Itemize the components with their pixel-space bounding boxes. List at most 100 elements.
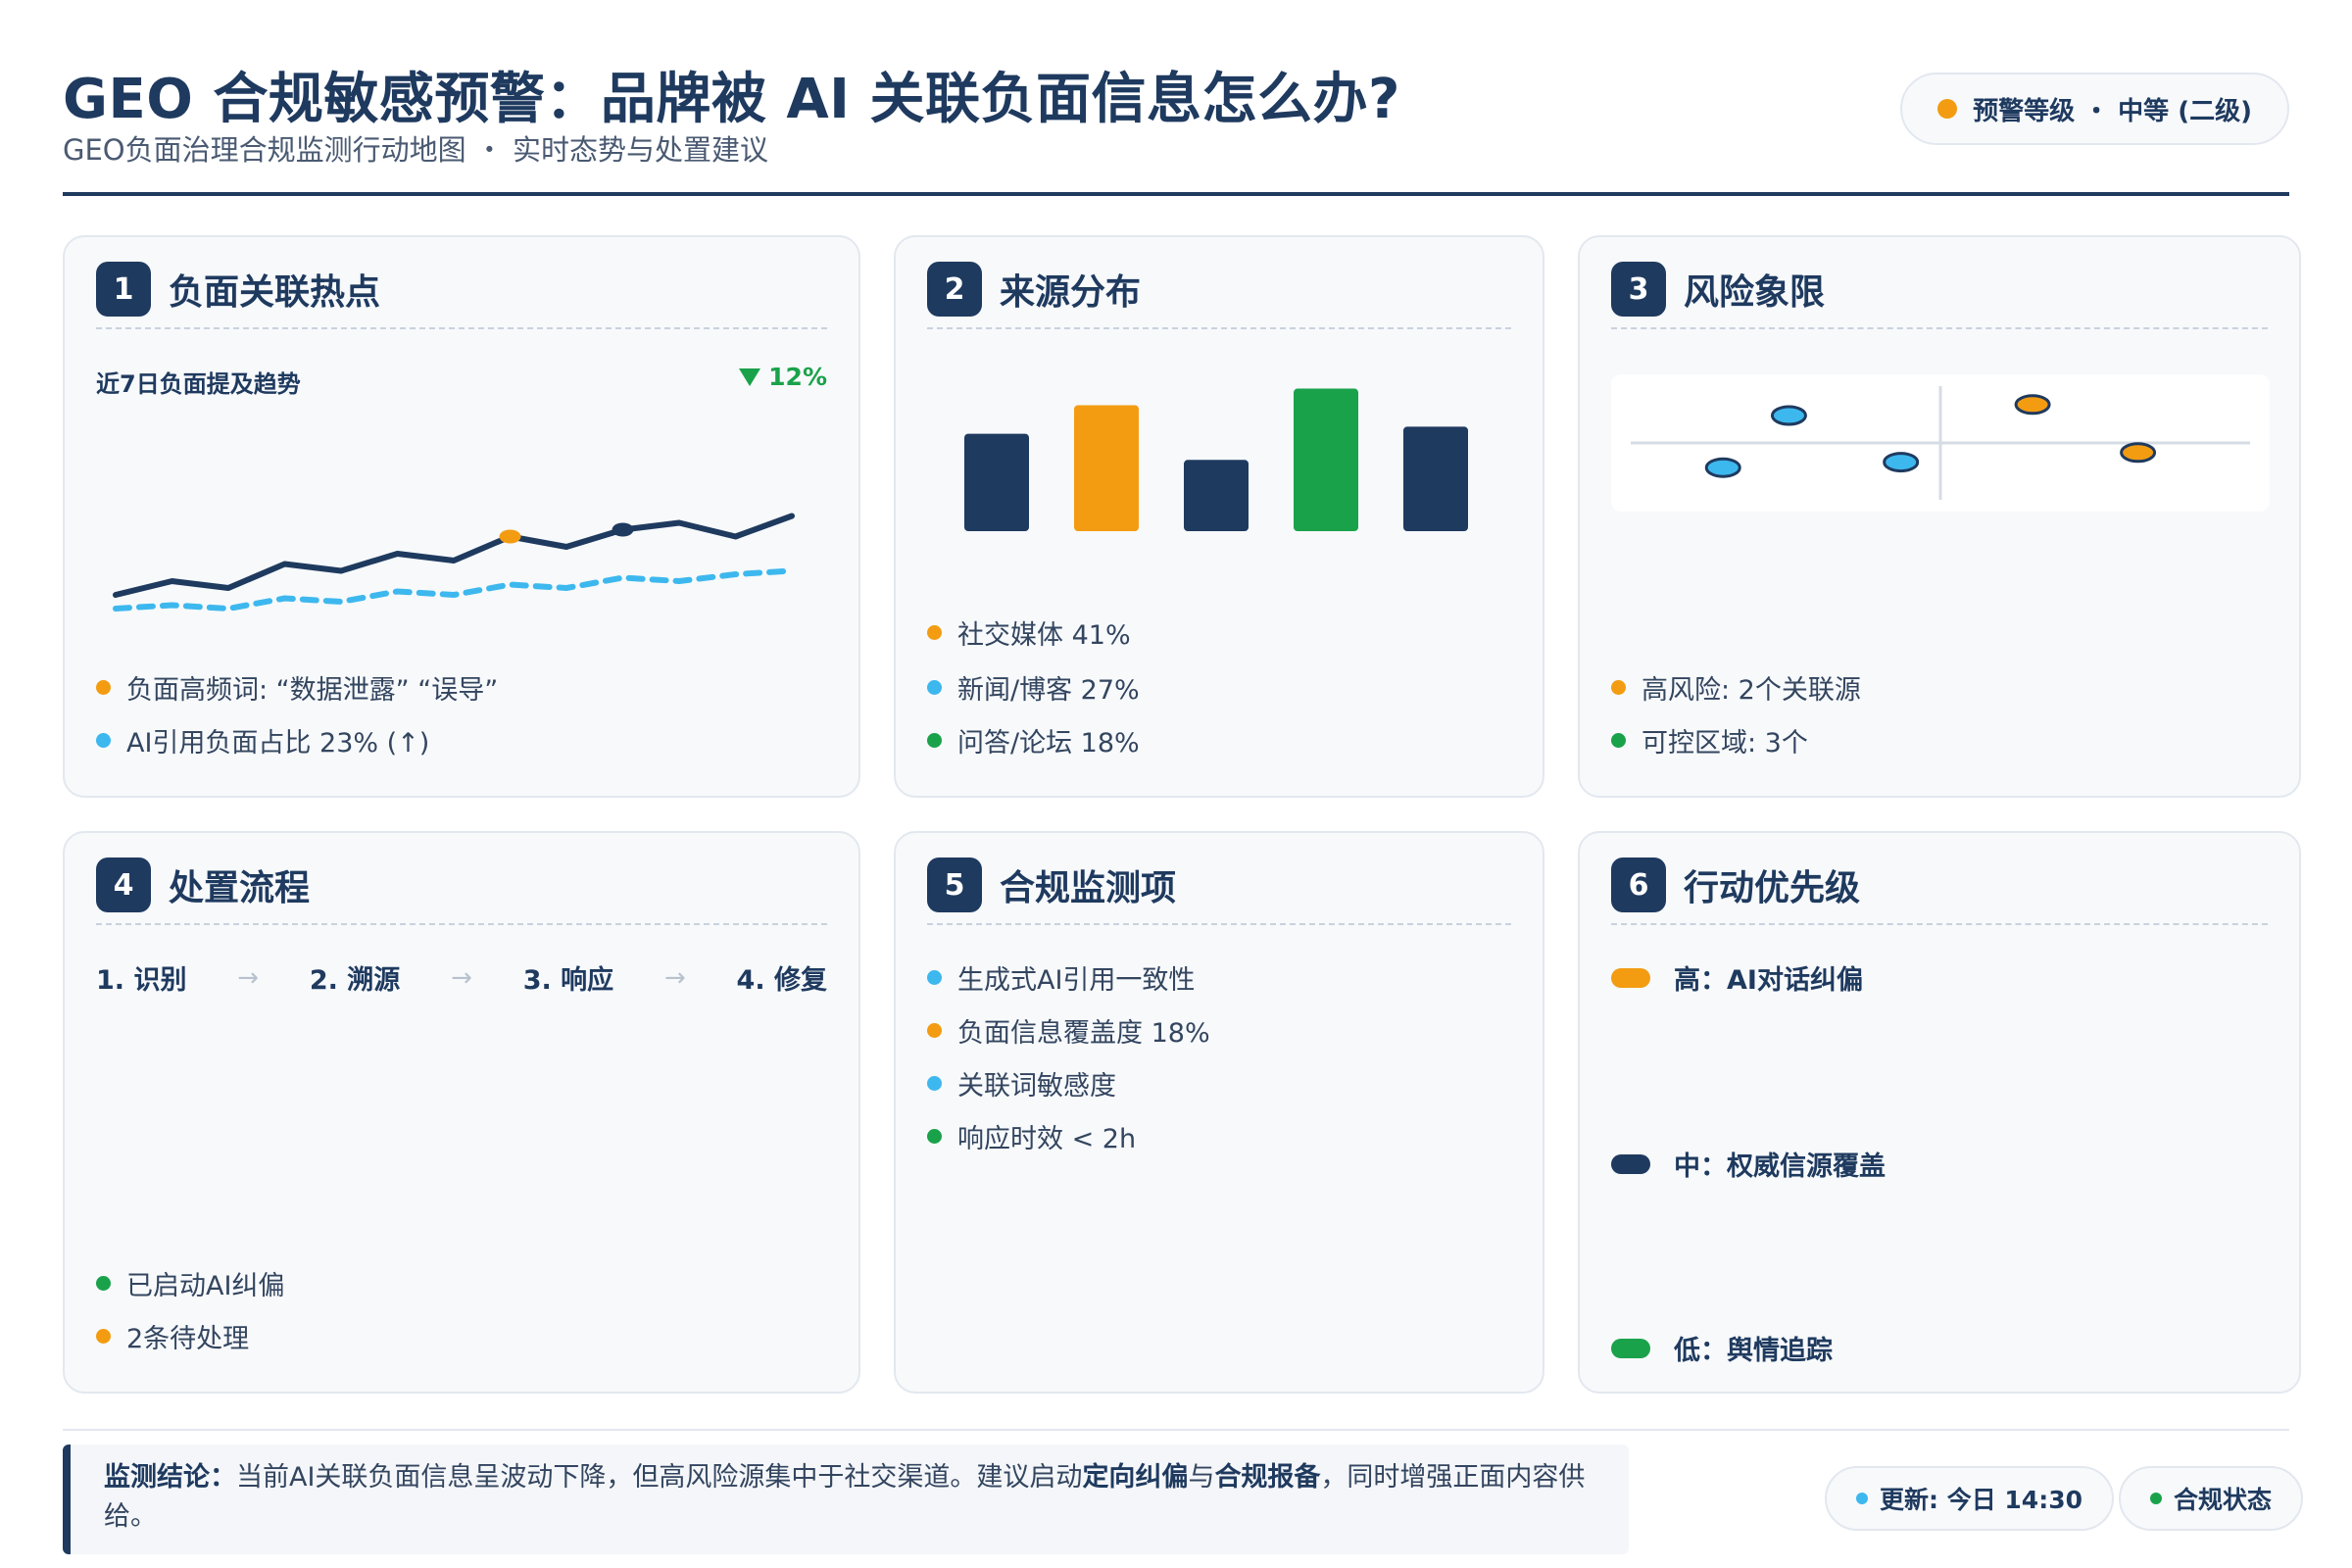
trend-line-main (113, 513, 795, 598)
blue-dot-icon (927, 1076, 942, 1091)
step-repair[interactable]: 4. 修复 (737, 958, 827, 997)
trend-label: 近7日负面提及趋势 (96, 370, 301, 398)
bar (1403, 426, 1468, 531)
process-bullet: 2条待处理 (126, 1324, 250, 1354)
monitor-bullet: 负面信息覆盖度 18% (957, 1018, 1210, 1049)
list-item: 负面高频词: “数据泄露” “误导” (96, 668, 498, 707)
card-title: 处置流程 (169, 868, 311, 908)
card-title: 来源分布 (1000, 272, 1142, 313)
list-item: 社交媒体 41% (927, 613, 1131, 652)
conclusion-highlight: 定向纠偏 (1082, 1462, 1189, 1493)
update-time: 更新: 今日 14:30 (1880, 1486, 2082, 1514)
conclusion-highlight: 合规报备 (1214, 1462, 1321, 1493)
green-dot-icon (927, 1129, 942, 1144)
conclusion-box: 监测结论：当前AI关联负面信息呈波动下降，但高风险源集中于社交渠道。建议启动定向… (63, 1445, 1629, 1554)
orange-dot-icon (96, 680, 111, 695)
alert-level-label: 预警等级 ・ 中等 (二级) (1973, 96, 2252, 126)
blue-dot-icon (96, 733, 111, 748)
card-source-distribution: 2 来源分布 社交媒体 41% 新闻/博客 27% 问答/论坛 18% (894, 235, 1544, 798)
card-risk-quadrant: 3 风险象限 高风险: 2个关联源 可控区域: 3个 (1578, 235, 2301, 798)
risk-bullet: 可控区域: 3个 (1642, 728, 1808, 759)
card-header: 3 风险象限 (1611, 262, 2268, 329)
priority-label: 中：权威信源覆盖 (1674, 1152, 1886, 1182)
list-item: AI引用负面占比 23% (↑) (96, 721, 429, 760)
monitor-bullet: 生成式AI引用一致性 (957, 965, 1196, 996)
card-header: 1 负面关联热点 (96, 262, 827, 329)
highlight-point (499, 529, 521, 544)
card-number: 1 (96, 262, 151, 317)
step-identify[interactable]: 1. 识别 (96, 958, 186, 997)
list-item: 高风险: 2个关联源 (1611, 668, 1861, 707)
list-item: 关联词敏感度 (927, 1064, 1116, 1102)
dashboard-page: GEO 合规敏感预警：品牌被 AI 关联负面信息怎么办? GEO负面治理合规监测… (0, 0, 2352, 1568)
green-dot-icon (2150, 1493, 2162, 1504)
list-item: 响应时效 < 2h (927, 1117, 1136, 1155)
high-priority-icon (1611, 967, 1650, 988)
green-dot-icon (96, 1276, 111, 1291)
card-title: 风险象限 (1684, 272, 1826, 313)
card-header: 2 来源分布 (927, 262, 1511, 329)
source-bar-chart (964, 388, 1468, 531)
list-item: 新闻/博客 27% (927, 668, 1140, 707)
low-risk-point (1770, 405, 1807, 426)
card-process: 4 处置流程 1. 识别 → 2. 溯源 → 3. 响应 → 4. 修复 已启动… (63, 831, 860, 1394)
list-item: 2条待处理 (96, 1317, 249, 1355)
orange-dot-icon (1611, 680, 1626, 695)
priority-label: 高：AI对话纠偏 (1674, 965, 1863, 996)
low-risk-point (1883, 452, 1920, 473)
card-action-priority: 6 行动优先级 高：AI对话纠偏 中：权威信源覆盖 低：舆情追踪 (1578, 831, 2301, 1394)
conclusion-text: 当前AI关联负面信息呈波动下降，但高风险源集中于社交渠道。建议启动 (236, 1462, 1083, 1493)
card-negative-hotspots: 1 负面关联热点 近7日负面提及趋势 12% 负面高频词: “数据泄露” “误导… (63, 235, 860, 798)
hotspot-bullet: 负面高频词: “数据泄露” “误导” (126, 675, 499, 706)
orange-dot-icon (96, 1329, 111, 1344)
card-header: 5 合规监测项 (927, 858, 1511, 925)
green-dot-icon (927, 733, 942, 748)
bar (1294, 388, 1358, 531)
trend-line-chart (113, 513, 795, 612)
step-trace[interactable]: 2. 溯源 (310, 958, 400, 997)
arrow-right-icon: → (237, 962, 260, 993)
hotspot-bullet: AI引用负面占比 23% (↑) (126, 728, 430, 759)
card-title: 行动优先级 (1684, 868, 1861, 908)
update-time-badge[interactable]: 更新: 今日 14:30 (1825, 1466, 2114, 1531)
priority-label: 低：舆情追踪 (1674, 1336, 1833, 1366)
highlight-point (612, 522, 634, 537)
card-number: 6 (1611, 858, 1666, 912)
conclusion-text: 与 (1188, 1462, 1215, 1493)
down-triangle-icon (739, 368, 761, 386)
card-number: 4 (96, 858, 151, 912)
priority-high[interactable]: 高：AI对话纠偏 (1611, 958, 1863, 997)
card-compliance-monitor: 5 合规监测项 生成式AI引用一致性 负面信息覆盖度 18% 关联词敏感度 响应… (894, 831, 1544, 1394)
trend-line-secondary (113, 567, 795, 612)
alert-level-badge[interactable]: 预警等级 ・ 中等 (二级) (1900, 73, 2289, 145)
risk-bullet: 高风险: 2个关联源 (1642, 675, 1861, 706)
process-steps: 1. 识别 → 2. 溯源 → 3. 响应 → 4. 修复 (96, 958, 827, 997)
page-subtitle: GEO负面治理合规监测行动地图 ・ 实时态势与处置建议 (63, 133, 769, 167)
page-title: GEO 合规敏感预警：品牌被 AI 关联负面信息怎么办? (63, 68, 1400, 131)
blue-dot-icon (1856, 1493, 1868, 1504)
low-risk-point (1704, 457, 1741, 478)
card-header: 4 处置流程 (96, 858, 827, 925)
list-item: 已启动AI纠偏 (96, 1264, 284, 1302)
card-number: 5 (927, 858, 982, 912)
trend-change: 12% (739, 363, 827, 391)
card-title: 合规监测项 (1000, 868, 1177, 908)
source-bullet: 新闻/博客 27% (957, 675, 1140, 706)
bar (964, 433, 1029, 531)
list-item: 问答/论坛 18% (927, 721, 1140, 760)
monitor-bullet: 响应时效 < 2h (957, 1124, 1137, 1154)
orange-dot-icon (927, 625, 942, 640)
card-number: 2 (927, 262, 982, 317)
priority-low[interactable]: 低：舆情追踪 (1611, 1329, 1833, 1367)
priority-medium[interactable]: 中：权威信源覆盖 (1611, 1145, 1886, 1183)
blue-dot-icon (927, 970, 942, 985)
process-bullet: 已启动AI纠偏 (126, 1271, 285, 1301)
arrow-right-icon: → (663, 962, 686, 993)
list-item: 可控区域: 3个 (1611, 721, 1808, 760)
page-header: GEO 合规敏感预警：品牌被 AI 关联负面信息怎么办? GEO负面治理合规监测… (63, 49, 2289, 196)
compliance-status-badge[interactable]: 合规状态 (2119, 1466, 2304, 1531)
step-respond[interactable]: 3. 响应 (523, 958, 613, 997)
source-bullet: 问答/论坛 18% (957, 728, 1140, 759)
alert-dot-icon (1937, 99, 1958, 119)
monitor-bullet: 关联词敏感度 (957, 1071, 1116, 1102)
